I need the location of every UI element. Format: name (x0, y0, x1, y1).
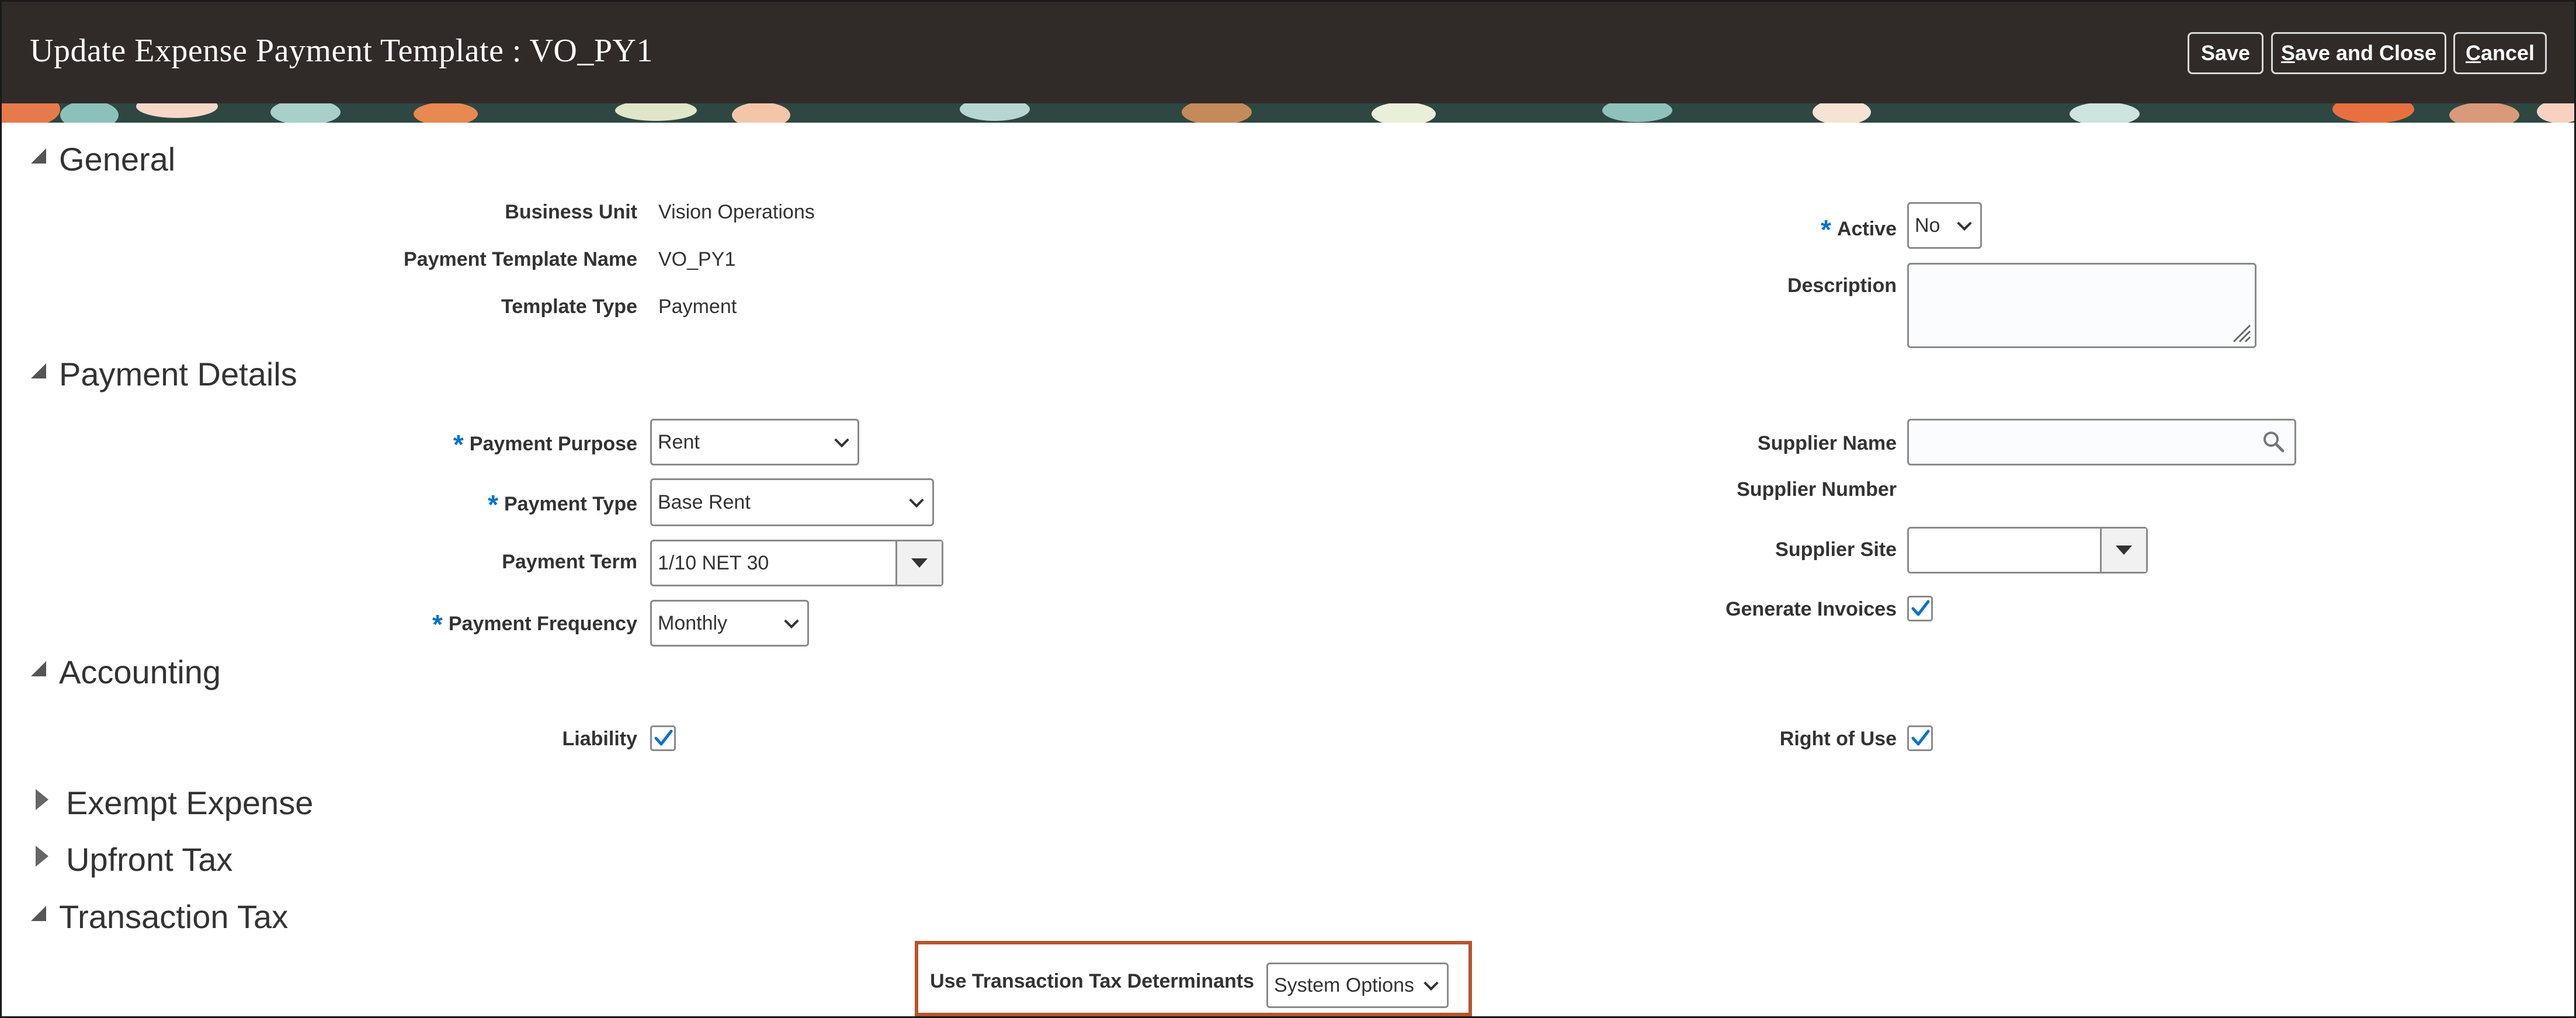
active-select[interactable]: No (1907, 202, 1982, 249)
required-indicator: * (1821, 214, 1831, 245)
payment-type-label: * Payment Type (488, 485, 637, 520)
required-indicator: * (432, 609, 443, 640)
payment-template-name-label: Payment Template Name (404, 248, 637, 270)
payment-type-value: Base Rent (658, 491, 751, 513)
payment-term-label: Payment Term (502, 551, 637, 573)
generate-invoices-checkbox[interactable] (1907, 596, 1933, 621)
supplier-number-label: Supplier Number (1737, 478, 1897, 501)
payment-purpose-label: * Payment Purpose (453, 425, 637, 460)
supplier-site-label: Supplier Site (1775, 538, 1897, 561)
dropdown-arrow-icon (911, 558, 928, 568)
section-general-header[interactable]: General (31, 140, 175, 178)
section-transaction-tax-header[interactable]: Transaction Tax (31, 898, 288, 936)
liability-label: Liability (562, 728, 637, 750)
save-and-close-mnemonic: S (2280, 41, 2295, 65)
collapse-triangle-icon (31, 661, 46, 676)
section-accounting-header[interactable]: Accounting (31, 653, 221, 691)
payment-frequency-label: * Payment Frequency (432, 605, 637, 640)
section-accounting-title: Accounting (59, 654, 221, 690)
section-upfront-tax-title: Upfront Tax (66, 841, 233, 878)
generate-invoices-label: Generate Invoices (1726, 598, 1897, 620)
save-and-close-label: ave and Close (2294, 41, 2437, 65)
payment-type-select[interactable]: Base Rent (650, 478, 934, 526)
template-type-value: Payment (658, 296, 737, 318)
use-transaction-tax-determinants-select[interactable]: System Options (1266, 963, 1449, 1008)
section-general-title: General (59, 141, 176, 178)
active-label: * Active (1821, 210, 1897, 245)
chevron-down-icon (1424, 975, 1439, 991)
expand-triangle-icon (36, 788, 48, 810)
right-of-use-checkbox[interactable] (1907, 725, 1933, 751)
use-transaction-tax-determinants-label: Use Transaction Tax Determinants (930, 970, 1254, 992)
required-indicator: * (488, 489, 498, 520)
chevron-down-icon (909, 492, 924, 508)
form-content: General Business Unit Vision Operations … (2, 123, 2574, 1016)
business-unit-label: Business Unit (505, 201, 637, 223)
resize-handle-icon (2233, 324, 2251, 343)
payment-type-label-text: Payment Type (504, 493, 637, 515)
active-select-value: No (1915, 214, 1940, 237)
save-button-label: Save (2200, 41, 2251, 65)
section-exempt-expense-title: Exempt Expense (66, 784, 314, 821)
use-transaction-tax-determinants-value: System Options (1274, 974, 1414, 996)
section-upfront-tax-header[interactable]: Upfront Tax (36, 840, 232, 878)
section-transaction-tax-title: Transaction Tax (59, 898, 289, 935)
collapse-triangle-icon (31, 905, 46, 921)
page-title: Update Expense Payment Template : VO_PY1 (30, 33, 653, 69)
payment-frequency-select[interactable]: Monthly (650, 600, 809, 647)
description-textarea[interactable] (1907, 263, 2256, 348)
description-label: Description (1787, 275, 1897, 297)
checkmark-icon (1911, 600, 1930, 616)
supplier-site-dropdown-button[interactable] (2100, 529, 2146, 572)
section-exempt-expense-header[interactable]: Exempt Expense (36, 784, 313, 822)
payment-purpose-label-text: Payment Purpose (469, 433, 637, 455)
cancel-mnemonic: C (2465, 41, 2481, 65)
liability-checkbox[interactable] (650, 725, 676, 751)
supplier-name-label: Supplier Name (1757, 432, 1897, 454)
checkmark-icon (654, 729, 673, 746)
page-header: Update Expense Payment Template : VO_PY1… (2, 2, 2574, 103)
section-payment-details-header[interactable]: Payment Details (31, 355, 297, 393)
required-indicator: * (453, 429, 464, 460)
collapse-triangle-icon (31, 148, 46, 164)
payment-purpose-select[interactable]: Rent (650, 419, 859, 465)
expand-triangle-icon (36, 845, 48, 867)
business-unit-value: Vision Operations (658, 201, 815, 223)
payment-term-value: 1/10 NET 30 (658, 551, 769, 574)
section-payment-details-title: Payment Details (59, 356, 297, 392)
payment-term-combobox[interactable]: 1/10 NET 30 (650, 540, 943, 586)
payment-template-name-value: VO_PY1 (658, 248, 736, 270)
dropdown-arrow-icon (2116, 546, 2132, 555)
decorative-banner (2, 103, 2574, 123)
template-type-label: Template Type (501, 296, 637, 318)
payment-frequency-value: Monthly (658, 612, 728, 634)
collapse-triangle-icon (31, 363, 46, 378)
app-window: Update Expense Payment Template : VO_PY1… (0, 0, 2576, 1018)
payment-purpose-value: Rent (658, 430, 700, 453)
payment-frequency-label-text: Payment Frequency (448, 613, 637, 635)
save-and-close-button[interactable]: Save and Close (2271, 32, 2446, 74)
supplier-site-combobox[interactable] (1907, 527, 2148, 574)
active-label-text: Active (1836, 218, 1897, 240)
checkmark-icon (1911, 729, 1930, 746)
search-icon[interactable] (2262, 430, 2285, 453)
chevron-down-icon (834, 432, 849, 448)
cancel-button[interactable]: Cancel (2453, 32, 2547, 74)
payment-term-dropdown-button[interactable] (895, 541, 942, 585)
cancel-label: ancel (2480, 41, 2535, 65)
save-button[interactable]: Save (2188, 32, 2263, 74)
right-of-use-label: Right of Use (1779, 728, 1897, 750)
chevron-down-icon (784, 613, 799, 629)
supplier-name-input[interactable] (1907, 419, 2296, 465)
chevron-down-icon (1957, 216, 1972, 231)
